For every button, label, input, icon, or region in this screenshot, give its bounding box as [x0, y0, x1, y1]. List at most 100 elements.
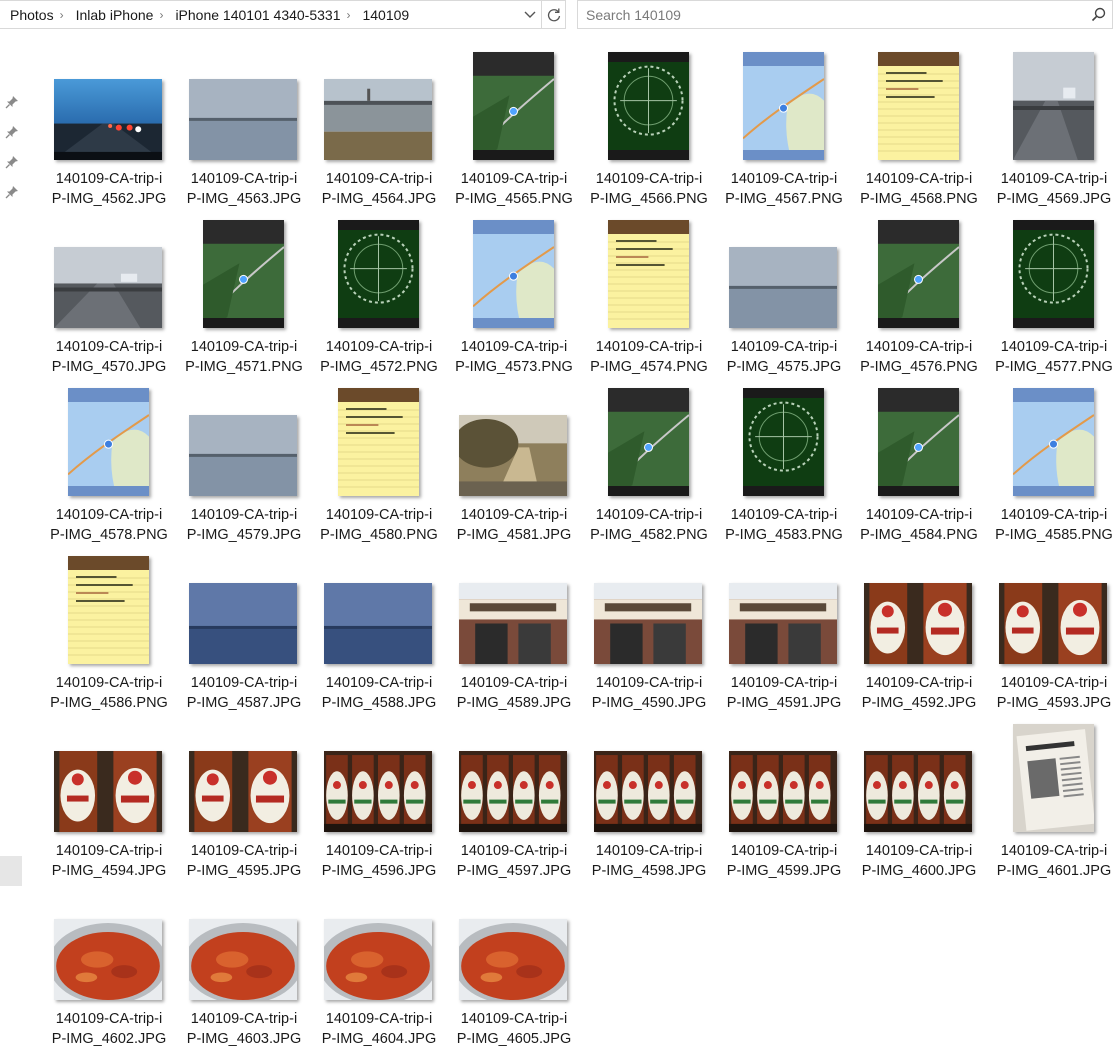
breadcrumb-item[interactable]: 140109	[352, 7, 413, 23]
file-item[interactable]: 140109-CA-trip-i P-IMG_4580.PNG	[314, 380, 444, 543]
scrollbar-thumb[interactable]	[0, 856, 22, 886]
file-item[interactable]: 140109-CA-trip-i P-IMG_4562.JPG	[44, 44, 174, 207]
thumbnail-area	[179, 548, 309, 668]
file-item[interactable]: 140109-CA-trip-i P-IMG_4605.JPG	[449, 884, 579, 1047]
file-name-line: 140109-CA-trip-i	[1000, 171, 1108, 187]
file-name: 140109-CA-trip-i P-IMG_4600.JPG	[850, 841, 988, 881]
file-item[interactable]: 140109-CA-trip-i P-IMG_4586.PNG	[44, 548, 174, 711]
file-item[interactable]: 140109-CA-trip-i P-IMG_4602.JPG	[44, 884, 174, 1047]
file-item[interactable]: 140109-CA-trip-i P-IMG_4593.JPG	[989, 548, 1116, 711]
file-name: 140109-CA-trip-i P-IMG_4582.PNG	[580, 505, 718, 545]
file-item[interactable]: 140109-CA-trip-i P-IMG_4568.PNG	[854, 44, 984, 207]
file-name-line: 140109-CA-trip-i	[460, 339, 568, 355]
file-item[interactable]: 140109-CA-trip-i P-IMG_4583.PNG	[719, 380, 849, 543]
file-item[interactable]: 140109-CA-trip-i P-IMG_4584.PNG	[854, 380, 984, 543]
refresh-button[interactable]	[542, 0, 566, 29]
file-item[interactable]: 140109-CA-trip-i P-IMG_4599.JPG	[719, 716, 849, 879]
chevron-right-icon[interactable]: ›	[58, 8, 66, 22]
search-input[interactable]	[578, 2, 1084, 27]
file-item[interactable]: 140109-CA-trip-i P-IMG_4578.PNG	[44, 380, 174, 543]
file-name-line: 140109-CA-trip-i	[1000, 675, 1108, 691]
thumbnail-area	[584, 212, 714, 332]
chevron-down-icon	[524, 11, 536, 18]
file-item[interactable]: 140109-CA-trip-i P-IMG_4588.JPG	[314, 548, 444, 711]
file-name: 140109-CA-trip-i P-IMG_4588.JPG	[310, 673, 448, 713]
breadcrumb-item[interactable]: Inlab iPhone	[66, 7, 158, 23]
thumbnail-area	[854, 212, 984, 332]
breadcrumb-item[interactable]: iPhone 140101 4340-5331	[165, 7, 344, 23]
file-item[interactable]: 140109-CA-trip-i P-IMG_4572.PNG	[314, 212, 444, 375]
file-item[interactable]: 140109-CA-trip-i P-IMG_4597.JPG	[449, 716, 579, 879]
file-item[interactable]: 140109-CA-trip-i P-IMG_4573.PNG	[449, 212, 579, 375]
search-box[interactable]	[577, 0, 1113, 29]
file-name-line: 140109-CA-trip-i	[1000, 843, 1108, 859]
file-name: 140109-CA-trip-i P-IMG_4565.PNG	[445, 169, 583, 209]
thumbnail-image	[459, 583, 567, 664]
file-item[interactable]: 140109-CA-trip-i P-IMG_4590.JPG	[584, 548, 714, 711]
thumbnail-image	[877, 220, 959, 328]
file-item[interactable]: 140109-CA-trip-i P-IMG_4566.PNG	[584, 44, 714, 207]
file-item[interactable]: 140109-CA-trip-i P-IMG_4575.JPG	[719, 212, 849, 375]
file-item[interactable]: 140109-CA-trip-i P-IMG_4585.PNG	[989, 380, 1116, 543]
thumbnail-image	[864, 583, 972, 664]
file-item[interactable]: 140109-CA-trip-i P-IMG_4564.JPG	[314, 44, 444, 207]
file-name: 140109-CA-trip-i P-IMG_4566.PNG	[580, 169, 718, 209]
file-item[interactable]: 140109-CA-trip-i P-IMG_4577.PNG	[989, 212, 1116, 375]
file-name-line: P-IMG_4594.JPG	[51, 863, 167, 879]
file-item[interactable]: 140109-CA-trip-i P-IMG_4567.PNG	[719, 44, 849, 207]
thumbnail-image	[607, 388, 689, 496]
thumbnail-image	[607, 52, 689, 160]
file-name: 140109-CA-trip-i P-IMG_4567.PNG	[715, 169, 853, 209]
file-name-line: P-IMG_4592.JPG	[861, 695, 977, 711]
file-item[interactable]: 140109-CA-trip-i P-IMG_4594.JPG	[44, 716, 174, 879]
chevron-right-icon[interactable]: ›	[157, 8, 165, 22]
thumbnail-image	[594, 751, 702, 832]
thumbnail-image	[324, 919, 432, 1000]
file-item[interactable]: 140109-CA-trip-i P-IMG_4582.PNG	[584, 380, 714, 543]
pin-icon[interactable]	[4, 154, 20, 170]
address-bar[interactable]: Photos › Inlab iPhone › iPhone 140101 43…	[0, 0, 542, 29]
pin-icon[interactable]	[4, 94, 20, 110]
thumbnail-area	[584, 44, 714, 164]
file-item[interactable]: 140109-CA-trip-i P-IMG_4604.JPG	[314, 884, 444, 1047]
thumbnail-image	[594, 583, 702, 664]
pin-icon[interactable]	[4, 184, 20, 200]
file-item[interactable]: 140109-CA-trip-i P-IMG_4565.PNG	[449, 44, 579, 207]
search-icon[interactable]	[1084, 7, 1112, 22]
file-name: 140109-CA-trip-i P-IMG_4590.JPG	[580, 673, 718, 713]
file-name-line: 140109-CA-trip-i	[595, 843, 703, 859]
file-item[interactable]: 140109-CA-trip-i P-IMG_4587.JPG	[179, 548, 309, 711]
file-item[interactable]: 140109-CA-trip-i P-IMG_4603.JPG	[179, 884, 309, 1047]
file-item[interactable]: 140109-CA-trip-i P-IMG_4571.PNG	[179, 212, 309, 375]
file-item[interactable]: 140109-CA-trip-i P-IMG_4576.PNG	[854, 212, 984, 375]
file-item[interactable]: 140109-CA-trip-i P-IMG_4598.JPG	[584, 716, 714, 879]
file-item[interactable]: 140109-CA-trip-i P-IMG_4596.JPG	[314, 716, 444, 879]
thumbnail-image	[202, 220, 284, 328]
file-item[interactable]: 140109-CA-trip-i P-IMG_4579.JPG	[179, 380, 309, 543]
thumbnail-area	[314, 380, 444, 500]
file-item[interactable]: 140109-CA-trip-i P-IMG_4574.PNG	[584, 212, 714, 375]
chevron-right-icon[interactable]: ›	[344, 8, 352, 22]
file-name: 140109-CA-trip-i P-IMG_4605.JPG	[445, 1009, 583, 1049]
file-item[interactable]: 140109-CA-trip-i P-IMG_4569.JPG	[989, 44, 1116, 207]
file-name-line: 140109-CA-trip-i	[190, 675, 298, 691]
breadcrumb-item[interactable]: Photos	[0, 7, 58, 23]
thumbnail-area	[44, 716, 174, 836]
file-name-line: P-IMG_4566.PNG	[590, 191, 708, 207]
file-item[interactable]: 140109-CA-trip-i P-IMG_4591.JPG	[719, 548, 849, 711]
file-item[interactable]: 140109-CA-trip-i P-IMG_4595.JPG	[179, 716, 309, 879]
file-item[interactable]: 140109-CA-trip-i P-IMG_4600.JPG	[854, 716, 984, 879]
file-item[interactable]: 140109-CA-trip-i P-IMG_4570.JPG	[44, 212, 174, 375]
thumbnail-image	[337, 388, 419, 496]
file-item[interactable]: 140109-CA-trip-i P-IMG_4581.JPG	[449, 380, 579, 543]
file-item[interactable]: 140109-CA-trip-i P-IMG_4563.JPG	[179, 44, 309, 207]
file-item[interactable]: 140109-CA-trip-i P-IMG_4592.JPG	[854, 548, 984, 711]
address-dropdown-button[interactable]	[519, 1, 541, 28]
file-item[interactable]: 140109-CA-trip-i P-IMG_4601.JPG	[989, 716, 1116, 879]
file-item[interactable]: 140109-CA-trip-i P-IMG_4589.JPG	[449, 548, 579, 711]
pin-icon[interactable]	[4, 124, 20, 140]
thumbnail-image	[472, 52, 554, 160]
file-name-line: 140109-CA-trip-i	[1000, 339, 1108, 355]
thumbnail-image	[999, 583, 1107, 664]
thumbnail-image	[54, 79, 162, 160]
